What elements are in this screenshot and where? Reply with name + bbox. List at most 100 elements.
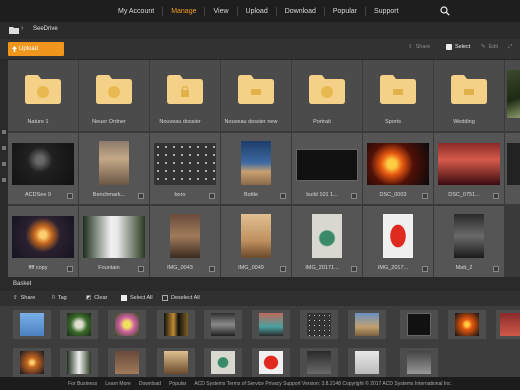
- more-icon[interactable]: ⤢: [508, 44, 512, 51]
- file-checkbox[interactable]: [138, 266, 144, 272]
- file-name: DSC_0751...: [448, 192, 480, 198]
- image-tile[interactable]: ffff copy: [8, 206, 78, 277]
- file-checkbox[interactable]: [280, 266, 286, 272]
- image-tile[interactable]: IMG_0049: [221, 206, 291, 277]
- image-tile[interactable]: DSC_0003: [363, 133, 433, 204]
- upload-icon: [12, 46, 17, 52]
- image-tile[interactable]: ACDSee 9: [8, 133, 78, 204]
- sidebar-marker[interactable]: [2, 130, 6, 134]
- basket-clear-button[interactable]: ◩ Clear: [86, 295, 107, 301]
- select-label: Select: [455, 44, 471, 50]
- select-toggle[interactable]: Select: [446, 44, 470, 50]
- file-name: build 101 1...: [306, 192, 338, 198]
- footer-business-link[interactable]: For Business: [68, 381, 97, 387]
- basket-item[interactable]: [348, 348, 386, 377]
- edit-button[interactable]: ✎ Edit: [481, 44, 498, 50]
- deselect-all-button[interactable]: Deselect All: [162, 295, 200, 301]
- file-checkbox[interactable]: [280, 193, 286, 199]
- folder-tile[interactable]: Nature 1: [8, 60, 78, 131]
- basket-item[interactable]: [400, 310, 438, 339]
- breadcrumb-root[interactable]: SeeDrive: [33, 26, 58, 32]
- file-checkbox[interactable]: [422, 193, 428, 199]
- image-thumbnail: [12, 216, 74, 258]
- file-checkbox[interactable]: [422, 266, 428, 272]
- basket-item[interactable]: [400, 348, 438, 377]
- select-all-button[interactable]: Select All: [121, 295, 153, 301]
- file-checkbox[interactable]: [67, 193, 73, 199]
- image-tile[interactable]: DSC_0751...: [434, 133, 504, 204]
- file-checkbox[interactable]: [138, 193, 144, 199]
- basket-share-button[interactable]: ⇪ Share: [13, 295, 35, 301]
- folder-tile[interactable]: Wedding: [434, 60, 504, 131]
- footer-learn-more-link[interactable]: Learn More: [105, 381, 131, 387]
- file-checkbox[interactable]: [493, 266, 499, 272]
- nav-view[interactable]: View: [205, 6, 238, 16]
- nav-download[interactable]: Download: [277, 6, 325, 16]
- basket-item[interactable]: [348, 310, 386, 339]
- folder-tile[interactable]: Portrait: [292, 60, 362, 131]
- nav-support[interactable]: Support: [366, 7, 407, 16]
- basket-tag-button[interactable]: ⌑ Tag: [52, 295, 67, 301]
- basket-item[interactable]: [13, 310, 51, 339]
- folder-tile[interactable]: Neuer Ordner: [79, 60, 149, 131]
- upload-button[interactable]: Upload: [8, 42, 64, 56]
- basket-item[interactable]: [300, 348, 338, 377]
- basket-item[interactable]: [252, 310, 290, 339]
- footer-download-link[interactable]: Download: [139, 381, 161, 387]
- basket-item[interactable]: [448, 310, 486, 339]
- basket-item[interactable]: [496, 310, 520, 339]
- basket-item[interactable]: [60, 348, 98, 377]
- file-checkbox[interactable]: [209, 193, 215, 199]
- basket-item[interactable]: [60, 310, 98, 339]
- nav-popular[interactable]: Popular: [325, 6, 366, 16]
- basket-header[interactable]: Basket: [0, 277, 520, 291]
- image-tile[interactable]: Bottle: [221, 133, 291, 204]
- sidebar-marker[interactable]: [2, 146, 6, 150]
- image-thumbnail: [154, 143, 216, 185]
- footer-popular-link[interactable]: Popular: [169, 381, 186, 387]
- image-tile[interactable]: IMG_20171...: [292, 206, 362, 277]
- basket-item[interactable]: [252, 348, 290, 377]
- folder-tile[interactable]: Sports: [363, 60, 433, 131]
- image-tile[interactable]: IMG_0043: [150, 206, 220, 277]
- file-checkbox[interactable]: [351, 193, 357, 199]
- image-tile[interactable]: [505, 60, 520, 131]
- nav-manage[interactable]: Manage: [163, 6, 206, 16]
- file-checkbox[interactable]: [351, 266, 357, 272]
- share-button[interactable]: ⇪ Share: [408, 44, 430, 50]
- folder-name: Nature 1: [27, 119, 49, 125]
- basket-item[interactable]: [157, 310, 195, 339]
- basket-item[interactable]: [204, 348, 242, 377]
- image-tile[interactable]: boro: [150, 133, 220, 204]
- folder-tile[interactable]: Nouveau dossier new: [221, 60, 291, 131]
- file-checkbox[interactable]: [67, 266, 73, 272]
- deselect-all-checkbox[interactable]: [162, 295, 168, 301]
- select-all-checkbox[interactable]: [121, 295, 127, 301]
- search-icon[interactable]: [440, 6, 450, 16]
- folder-tile[interactable]: Nouveau dossier: [150, 60, 220, 131]
- file-checkbox[interactable]: [209, 266, 215, 272]
- nav-upload[interactable]: Upload: [238, 6, 277, 16]
- image-tile[interactable]: build 101 1...: [292, 133, 362, 204]
- basket-item[interactable]: [108, 310, 146, 339]
- folder-icon[interactable]: [9, 26, 19, 34]
- image-tile[interactable]: IMG_2017...: [363, 206, 433, 277]
- select-checkbox[interactable]: [446, 44, 452, 50]
- image-tile[interactable]: Matt_2: [434, 206, 504, 277]
- sidebar-marker[interactable]: [2, 178, 6, 182]
- image-tile[interactable]: [505, 133, 520, 204]
- image-tile[interactable]: Benchmark...: [79, 133, 149, 204]
- basket-item[interactable]: [13, 348, 51, 377]
- basket-thumbnail: [164, 313, 188, 336]
- basket-item[interactable]: [204, 310, 242, 339]
- image-thumbnail: [312, 214, 342, 258]
- file-checkbox[interactable]: [493, 193, 499, 199]
- sidebar-marker[interactable]: [2, 162, 6, 166]
- folder-name: Wedding: [453, 119, 475, 125]
- nav-my-account[interactable]: My Account: [110, 6, 164, 16]
- basket-item[interactable]: [108, 348, 146, 377]
- basket-item[interactable]: [157, 348, 195, 377]
- file-name: Matt_2: [455, 265, 473, 271]
- image-tile[interactable]: Fountain: [79, 206, 149, 277]
- basket-item[interactable]: [300, 310, 338, 339]
